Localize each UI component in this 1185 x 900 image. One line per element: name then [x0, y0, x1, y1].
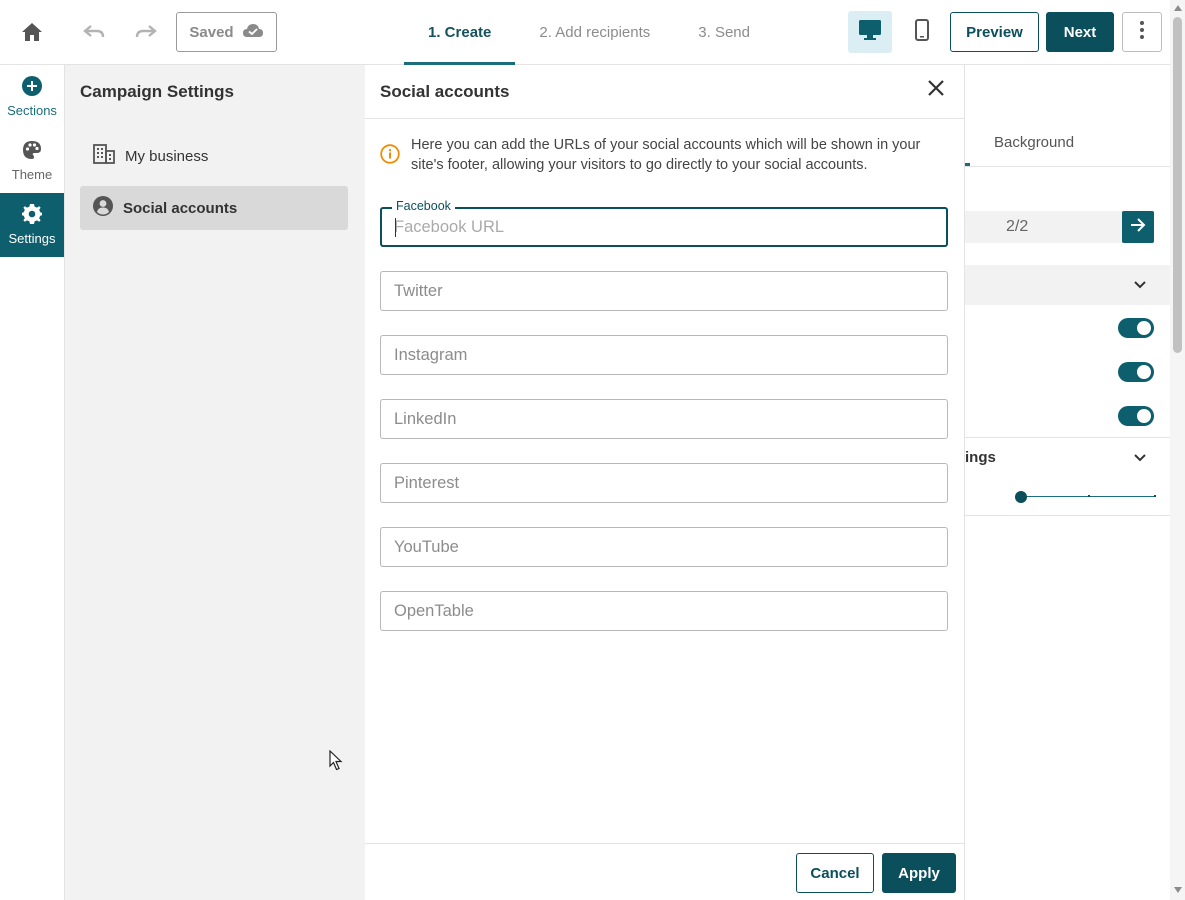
- layout-pager: 2/2: [965, 211, 1154, 243]
- settings-item-label: Social accounts: [123, 199, 238, 217]
- scroll-up-arrow-icon[interactable]: [1174, 5, 1182, 11]
- instagram-url-field[interactable]: [380, 335, 948, 375]
- mobile-icon: [915, 18, 929, 46]
- step-label: 3. Send: [698, 23, 750, 41]
- settings-panel-title: Campaign Settings: [80, 82, 234, 101]
- chevron-down-icon: [1133, 450, 1147, 468]
- desktop-view-button[interactable]: [848, 11, 892, 53]
- accordion-label: ings: [965, 449, 996, 466]
- slider-tick: [1154, 495, 1156, 497]
- kebab-menu-icon: [1140, 20, 1144, 44]
- rail-item-label: Sections: [7, 103, 57, 118]
- youtube-url-field[interactable]: [380, 527, 948, 567]
- cloud-check-icon: [242, 22, 264, 42]
- section-settings-panel: Background 2/2 ings: [965, 65, 1170, 900]
- settings-item-my-business[interactable]: My business: [80, 134, 348, 178]
- toggle-switch[interactable]: [1118, 406, 1154, 426]
- close-button[interactable]: [923, 77, 949, 103]
- facebook-url-field[interactable]: Facebook: [380, 199, 948, 247]
- mouse-cursor-icon: [329, 749, 343, 776]
- pinterest-url-input[interactable]: [381, 464, 947, 502]
- info-icon: [380, 144, 400, 175]
- close-icon: [928, 79, 944, 101]
- left-rail: Sections Theme Settings: [0, 65, 65, 900]
- apply-button[interactable]: Apply: [882, 853, 956, 893]
- redo-icon[interactable]: [132, 18, 160, 46]
- settings-item-label: My business: [125, 147, 209, 165]
- step-label: 2. Add recipients: [539, 23, 651, 41]
- text-caret: [395, 218, 396, 237]
- undo-icon[interactable]: [80, 18, 108, 46]
- info-message: Here you can add the URLs of your social…: [380, 135, 940, 175]
- slider-thumb[interactable]: [1015, 491, 1027, 503]
- info-text: Here you can add the URLs of your social…: [411, 137, 921, 173]
- rail-item-theme[interactable]: Theme: [0, 129, 64, 193]
- page-scrollbar[interactable]: [1170, 0, 1185, 900]
- rail-item-label: Theme: [11, 167, 53, 182]
- twitter-url-input[interactable]: [381, 272, 947, 310]
- campaign-settings-panel: Campaign Settings My business Social acc…: [65, 65, 365, 900]
- toggle-switch[interactable]: [1118, 318, 1154, 338]
- social-accounts-panel: Social accounts Here you can add the URL…: [365, 65, 965, 900]
- next-layout-button[interactable]: [1122, 211, 1154, 243]
- slider-tick: [1088, 495, 1090, 497]
- top-bar: Saved 1. Create 2. Add recipients 3. Sen…: [0, 0, 1170, 65]
- facebook-url-input[interactable]: [382, 209, 946, 245]
- plus-circle-icon: [22, 76, 42, 99]
- gear-icon: [22, 204, 42, 227]
- step-add-recipients-tab[interactable]: 2. Add recipients: [515, 0, 674, 64]
- user-circle-icon: [93, 196, 113, 220]
- saved-label: Saved: [189, 23, 234, 41]
- step-send-tab[interactable]: 3. Send: [674, 0, 774, 64]
- tab-divider: [965, 166, 1170, 167]
- panel-header: Social accounts: [365, 65, 964, 119]
- mobile-view-button[interactable]: [900, 11, 944, 53]
- instagram-url-input[interactable]: [381, 336, 947, 374]
- pager-text: 2/2: [1006, 218, 1029, 235]
- divider: [965, 515, 1170, 516]
- scroll-down-arrow-icon[interactable]: [1174, 887, 1182, 893]
- twitter-url-field[interactable]: [380, 271, 948, 311]
- chevron-down-icon: [1133, 277, 1147, 295]
- saved-status-button[interactable]: Saved: [176, 12, 277, 52]
- palette-icon: [22, 140, 42, 163]
- youtube-url-input[interactable]: [381, 528, 947, 566]
- rail-item-settings[interactable]: Settings: [0, 193, 64, 257]
- facebook-field-label: Facebook: [392, 199, 455, 213]
- scrollbar-thumb[interactable]: [1173, 17, 1182, 353]
- home-icon[interactable]: [18, 18, 46, 46]
- more-options-button[interactable]: [1122, 12, 1162, 52]
- panel-title: Social accounts: [380, 82, 510, 101]
- panel-footer: Cancel Apply: [365, 843, 964, 900]
- linkedin-url-input[interactable]: [381, 400, 947, 438]
- desktop-icon: [858, 19, 882, 46]
- cancel-button[interactable]: Cancel: [796, 853, 874, 893]
- opentable-url-field[interactable]: [380, 591, 948, 631]
- pinterest-url-field[interactable]: [380, 463, 948, 503]
- rail-item-label: Settings: [8, 231, 56, 246]
- building-icon: [93, 144, 115, 168]
- linkedin-url-field[interactable]: [380, 399, 948, 439]
- arrow-right-icon: [1130, 217, 1146, 237]
- settings-item-social-accounts[interactable]: Social accounts: [80, 186, 348, 230]
- preview-button[interactable]: Preview: [950, 12, 1039, 52]
- step-label: 1. Create: [428, 23, 492, 41]
- next-button[interactable]: Next: [1046, 12, 1114, 52]
- step-tabs: 1. Create 2. Add recipients 3. Send: [404, 0, 774, 65]
- step-create-tab[interactable]: 1. Create: [404, 0, 516, 65]
- tab-background[interactable]: Background: [994, 134, 1074, 151]
- accordion-header[interactable]: ings: [965, 438, 1170, 478]
- toggle-switch[interactable]: [1118, 362, 1154, 382]
- opentable-url-input[interactable]: [381, 592, 947, 630]
- accordion-header[interactable]: [965, 265, 1170, 305]
- rail-item-sections[interactable]: Sections: [0, 65, 64, 129]
